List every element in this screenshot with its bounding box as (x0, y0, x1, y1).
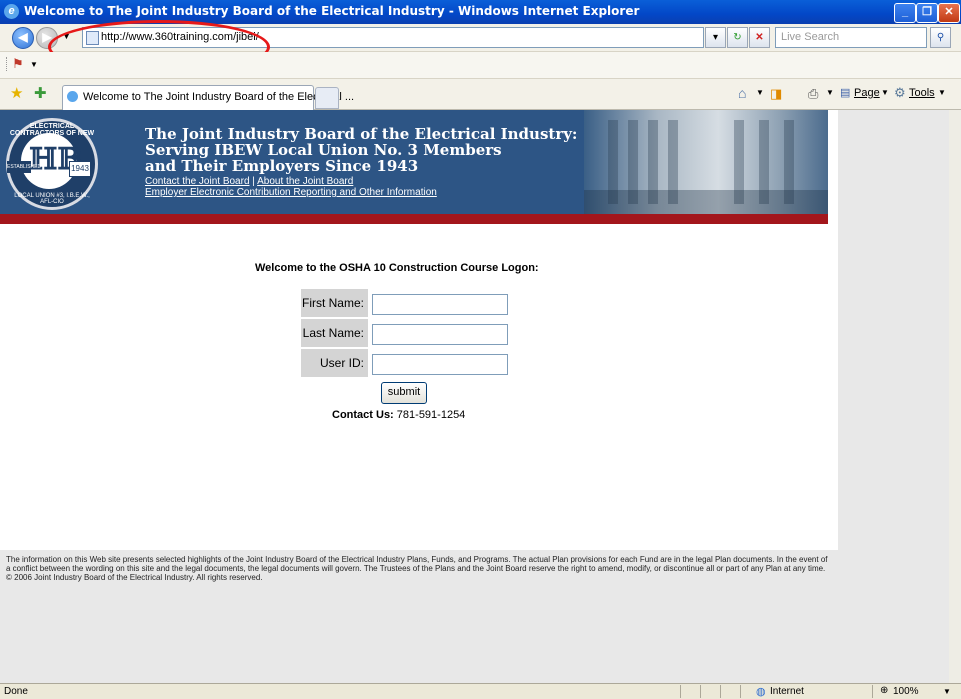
address-input[interactable]: http://www.360training.com/jibei/ (82, 27, 704, 48)
banner-heading-line: The Joint Industry Board of the Electric… (145, 125, 578, 143)
maximize-button[interactable]: ❐ (916, 3, 938, 23)
page-menu-button[interactable]: Page (854, 87, 880, 99)
home-dropdown-icon[interactable]: ▼ (756, 88, 764, 97)
zoom-dropdown-icon[interactable]: ▼ (943, 687, 951, 696)
toolbar-grip (6, 57, 9, 71)
status-separator (740, 685, 741, 698)
page-menu-icon: ▤ (840, 87, 851, 99)
zoom-level[interactable]: 100% (893, 686, 919, 697)
favorites-star-icon[interactable]: ★ (10, 84, 23, 102)
employer-reporting-link[interactable]: Employer Electronic Contribution Reporti… (145, 187, 437, 198)
user-id-label: User ID: (301, 349, 368, 377)
internet-globe-icon: ◍ (756, 686, 766, 698)
search-icon[interactable]: ⚲ (930, 27, 951, 48)
seal-established: ESTABLISHED (7, 161, 41, 173)
security-zone: Internet (770, 686, 804, 697)
window-title-bar: e Welcome to The Joint Industry Board of… (0, 0, 961, 24)
url-text: http://www.360training.com/jibei/ (101, 31, 259, 43)
rss-icon[interactable]: ◨ (770, 86, 782, 102)
site-banner: ELECTRICAL CONTRACTORS OF NEW YORK ℍ𝔹 ES… (0, 110, 828, 214)
zoom-icon: ⊕ (880, 685, 889, 696)
home-icon[interactable]: ⌂ (738, 85, 746, 101)
vertical-scrollbar[interactable] (949, 110, 961, 683)
feeds-icon[interactable]: ⚑ (12, 56, 24, 72)
ie-logo-icon: e (4, 4, 19, 19)
banner-links: Contact the Joint Board | About the Join… (145, 176, 437, 198)
banner-heading: The Joint Industry Board of the Electric… (145, 126, 577, 174)
footer-disclaimer: The information on this Web site present… (6, 555, 828, 582)
contact-line: Contact Us: 781-591-1254 (332, 409, 465, 421)
close-button[interactable]: ✕ (938, 3, 960, 23)
new-tab-button[interactable] (315, 87, 339, 109)
status-separator (720, 685, 721, 698)
banner-heading-line: and Their Employers Since 1943 (145, 157, 419, 175)
minimize-button[interactable]: _ (894, 3, 916, 23)
back-button[interactable]: ◀ (12, 27, 34, 49)
page-viewport: ELECTRICAL CONTRACTORS OF NEW YORK ℍ𝔹 ES… (0, 110, 961, 683)
address-dropdown-icon[interactable]: ▾ (705, 27, 726, 48)
search-input[interactable]: Live Search (775, 27, 927, 48)
links-toolbar: ⚑ ▼ (0, 52, 961, 79)
address-toolbar: ◀ ▶ ▼ http://www.360training.com/jibei/ … (0, 24, 961, 52)
last-name-input[interactable] (372, 324, 508, 345)
submit-button[interactable]: submit (381, 382, 427, 404)
form-heading: Welcome to the OSHA 10 Construction Cour… (255, 262, 539, 274)
tools-dropdown-icon[interactable]: ▼ (938, 88, 946, 97)
user-id-input[interactable] (372, 354, 508, 375)
contact-label: Contact Us: (332, 409, 394, 421)
page-icon (86, 31, 99, 45)
page-content: ELECTRICAL CONTRACTORS OF NEW YORK ℍ𝔹 ES… (0, 110, 838, 550)
status-separator (872, 685, 873, 698)
tab-active[interactable]: Welcome to The Joint Industry Board of t… (62, 85, 354, 110)
window-title: Welcome to The Joint Industry Board of t… (24, 4, 640, 18)
building-photo (584, 110, 828, 214)
history-dropdown-icon[interactable]: ▼ (62, 31, 71, 41)
contact-phone: 781-591-1254 (396, 409, 466, 421)
status-separator (700, 685, 701, 698)
tools-menu-button[interactable]: Tools (909, 87, 935, 99)
jib-seal-logo: ELECTRICAL CONTRACTORS OF NEW YORK ℍ𝔹 ES… (6, 118, 98, 210)
banner-red-stripe (0, 214, 828, 224)
link-separator: | (252, 176, 255, 187)
first-name-input[interactable] (372, 294, 508, 315)
forward-button[interactable]: ▶ (36, 27, 58, 49)
contact-board-link[interactable]: Contact the Joint Board (145, 176, 250, 187)
banner-heading-line: Serving IBEW Local Union No. 3 Members (145, 141, 502, 159)
stop-icon[interactable]: ✕ (749, 27, 770, 48)
page-dropdown-icon[interactable]: ▼ (881, 88, 889, 97)
tab-bar: ★ ✚ Welcome to The Joint Industry Board … (0, 79, 961, 110)
status-separator (680, 685, 681, 698)
tab-ie-icon (67, 91, 78, 102)
tools-gear-icon: ⚙ (894, 85, 906, 100)
status-text: Done (4, 686, 28, 697)
about-board-link[interactable]: About the Joint Board (257, 176, 353, 187)
refresh-icon[interactable]: ↻ (727, 27, 748, 48)
status-bar: Done ◍ Internet ⊕ 100% ▼ (0, 683, 961, 699)
tab-label: Welcome to The Joint Industry Board of t… (83, 91, 355, 103)
print-icon[interactable]: ⎙ (808, 86, 818, 102)
feeds-dropdown-icon[interactable]: ▼ (30, 60, 38, 69)
seal-bottom-text: LOCAL UNION #3, I.B.E.W., AFL-CIO (14, 193, 90, 205)
last-name-label: Last Name: (301, 319, 368, 347)
first-name-label: First Name: (301, 289, 368, 317)
add-favorites-icon[interactable]: ✚ (34, 84, 47, 102)
search-placeholder: Live Search (781, 31, 840, 43)
seal-year: 1943 (69, 161, 91, 177)
print-dropdown-icon[interactable]: ▼ (826, 88, 834, 97)
